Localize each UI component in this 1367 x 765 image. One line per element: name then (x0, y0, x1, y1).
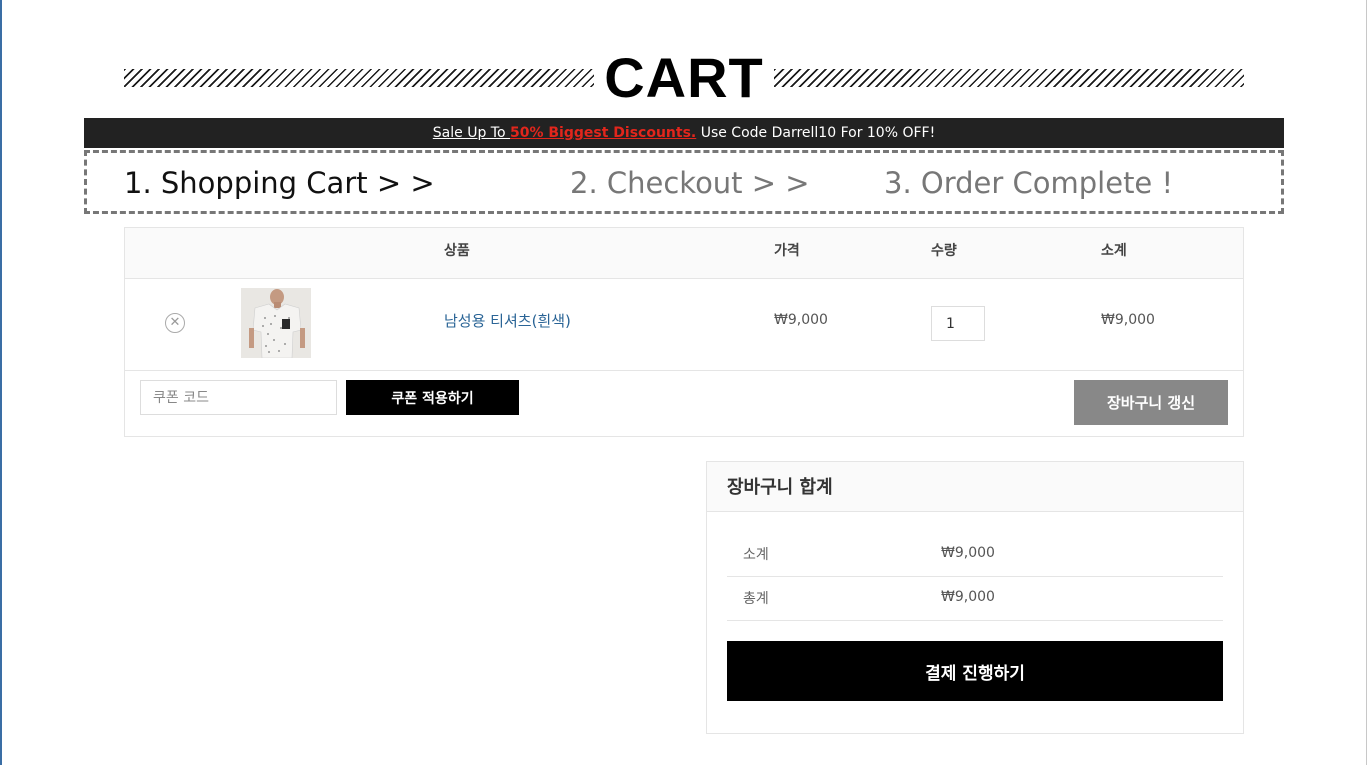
totals-subtotal-label: 소계 (743, 547, 769, 563)
quantity-input[interactable] (931, 306, 985, 341)
remove-circle-icon[interactable]: ✕ (165, 313, 185, 333)
totals-total-label: 총계 (743, 591, 769, 607)
page-title: CART (604, 46, 764, 109)
product-subtotal: ₩9,000 (1101, 312, 1155, 328)
cart-totals-header: 장바구니 합계 (707, 462, 1243, 512)
promo-prefix: Sale Up To (432, 125, 510, 141)
promo-highlight: 50% Biggest Discounts. (510, 125, 697, 141)
t-shirt-image-icon (241, 288, 311, 358)
page-title-row: CART (124, 48, 1244, 108)
cart-item-row: ✕ 남성용 티셔츠(흰색) ₩9,000 ₩9,000 (125, 278, 1243, 371)
checkout-steps: 1. Shopping Cart > > 2. Checkout > > 3. … (84, 150, 1284, 214)
t-shirt-thumbnail[interactable] (241, 288, 311, 358)
header-price: 가격 (774, 243, 800, 259)
cart-table-header: 상품 가격 수량 소계 (125, 228, 1243, 279)
proceed-to-checkout-button[interactable]: 결제 진행하기 (727, 641, 1223, 701)
update-cart-button[interactable]: 장바구니 갱신 (1074, 380, 1228, 425)
product-price: ₩9,000 (774, 312, 828, 328)
step-order-complete: 3. Order Complete ! (884, 166, 1174, 200)
totals-row-total: 총계 ₩9,000 (727, 576, 1223, 621)
header-subtotal: 소계 (1101, 243, 1127, 259)
title-hatch-right (773, 69, 1244, 87)
cart-totals-title: 장바구니 합계 (727, 477, 833, 498)
totals-total-value: ₩9,000 (941, 589, 995, 605)
step-checkout: 2. Checkout > > (570, 166, 810, 200)
cart-table: 상품 가격 수량 소계 ✕ 남성용 티셔츠(흰색) ₩9,000 1 ₩9,00… (124, 227, 1244, 437)
window-edge (0, 0, 2, 765)
apply-coupon-button[interactable]: 쿠폰 적용하기 (346, 380, 519, 415)
product-name-link[interactable]: 남성용 티셔츠(흰색) (444, 310, 571, 331)
promo-banner: Sale Up To 50% Biggest Discounts. Use Co… (84, 118, 1284, 148)
promo-suffix: Use Code Darrell10 For 10% OFF! (696, 125, 936, 141)
cart-totals: 장바구니 합계 소계 ₩9,000 총계 ₩9,000 결제 진행하기 (706, 461, 1244, 734)
totals-subtotal-value: ₩9,000 (941, 545, 995, 561)
header-quantity: 수량 (931, 243, 957, 259)
totals-row-subtotal: 소계 ₩9,000 (727, 532, 1223, 577)
coupon-code-input[interactable] (140, 380, 337, 415)
header-product: 상품 (444, 243, 470, 259)
title-hatch-left (124, 69, 595, 87)
step-shopping-cart: 1. Shopping Cart > > (124, 166, 435, 200)
